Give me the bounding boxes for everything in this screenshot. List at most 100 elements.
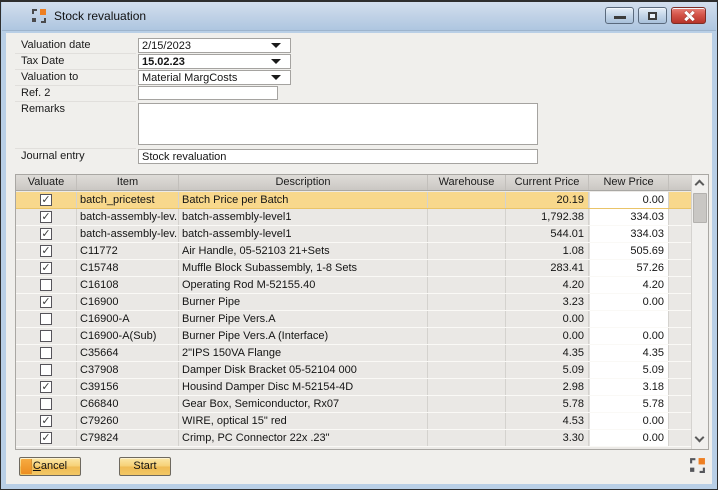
column-header-description[interactable]: Description bbox=[179, 175, 428, 190]
valuate-cell[interactable]: ✓ bbox=[16, 209, 77, 225]
new-price-cell[interactable]: 334.03 bbox=[589, 226, 669, 242]
valuate-checkbox[interactable]: ✓ bbox=[40, 262, 52, 274]
item-cell[interactable]: batch_pricetest bbox=[77, 192, 179, 208]
valuate-cell[interactable]: ✓ bbox=[16, 413, 77, 429]
close-button[interactable] bbox=[671, 7, 706, 24]
table-row[interactable]: C37908 Damper Disk Bracket 05-52104 000 … bbox=[16, 362, 691, 379]
description-cell[interactable]: Burner Pipe Vers.A (Interface) bbox=[179, 328, 428, 344]
item-cell[interactable]: C79260 bbox=[77, 413, 179, 429]
valuation-to-input[interactable] bbox=[139, 71, 290, 84]
valuate-checkbox[interactable]: ✓ bbox=[40, 228, 52, 240]
item-cell[interactable]: C66840 bbox=[77, 396, 179, 412]
description-cell[interactable]: Muffle Block Subassembly, 1-8 Sets bbox=[179, 260, 428, 276]
item-cell[interactable]: C16900-A bbox=[77, 311, 179, 327]
scroll-up-button[interactable] bbox=[692, 175, 708, 192]
valuate-cell[interactable] bbox=[16, 277, 77, 293]
valuate-checkbox[interactable]: ✓ bbox=[40, 432, 52, 444]
warehouse-cell[interactable] bbox=[428, 396, 506, 412]
description-cell[interactable]: Burner Pipe Vers.A bbox=[179, 311, 428, 327]
warehouse-cell[interactable] bbox=[428, 277, 506, 293]
new-price-cell[interactable] bbox=[589, 311, 669, 327]
valuate-checkbox[interactable] bbox=[40, 398, 52, 410]
item-cell[interactable]: batch-assembly-lev... bbox=[77, 209, 179, 225]
valuate-cell[interactable] bbox=[16, 311, 77, 327]
valuate-checkbox[interactable]: ✓ bbox=[40, 245, 52, 257]
new-price-cell[interactable]: 0.00 bbox=[589, 328, 669, 344]
valuate-checkbox[interactable] bbox=[40, 313, 52, 325]
description-cell[interactable]: 2"IPS 150VA Flange bbox=[179, 345, 428, 361]
description-cell[interactable]: Air Handle, 05-52103 21+Sets bbox=[179, 243, 428, 259]
journal-entry-input[interactable] bbox=[139, 150, 537, 163]
table-row[interactable]: ✓ batch-assembly-lev... batch-assembly-l… bbox=[16, 209, 691, 226]
warehouse-cell[interactable] bbox=[428, 192, 506, 208]
warehouse-cell[interactable] bbox=[428, 311, 506, 327]
column-header-valuate[interactable]: Valuate bbox=[16, 175, 77, 190]
valuate-cell[interactable]: ✓ bbox=[16, 243, 77, 259]
scrollbar-thumb[interactable] bbox=[693, 193, 707, 223]
table-row[interactable]: ✓ C79260 WIRE, optical 15" red 4.53 0.00 bbox=[16, 413, 691, 430]
valuation-date-field[interactable] bbox=[138, 38, 291, 53]
expand-form-icon[interactable] bbox=[689, 457, 706, 474]
valuation-to-field[interactable] bbox=[138, 70, 291, 85]
journal-entry-field[interactable] bbox=[138, 149, 538, 164]
valuate-cell[interactable]: ✓ bbox=[16, 192, 77, 208]
valuate-checkbox[interactable]: ✓ bbox=[40, 211, 52, 223]
warehouse-cell[interactable] bbox=[428, 294, 506, 310]
cancel-button[interactable]: Cancel bbox=[19, 457, 81, 476]
scroll-down-button[interactable] bbox=[692, 432, 708, 449]
description-cell[interactable]: batch-assembly-level1 bbox=[179, 226, 428, 242]
description-cell[interactable]: WIRE, optical 15" red bbox=[179, 413, 428, 429]
minimize-button[interactable] bbox=[605, 7, 634, 24]
warehouse-cell[interactable] bbox=[428, 362, 506, 378]
item-cell[interactable]: C35664 bbox=[77, 345, 179, 361]
warehouse-cell[interactable] bbox=[428, 209, 506, 225]
column-header-current-price[interactable]: Current Price bbox=[506, 175, 589, 190]
tax-date-input[interactable] bbox=[139, 55, 290, 68]
tax-date-dropdown-icon[interactable] bbox=[271, 59, 281, 64]
item-cell[interactable]: C11772 bbox=[77, 243, 179, 259]
description-cell[interactable]: Burner Pipe bbox=[179, 294, 428, 310]
new-price-cell[interactable]: 0.00 bbox=[589, 430, 669, 446]
valuate-checkbox[interactable] bbox=[40, 330, 52, 342]
valuate-checkbox[interactable]: ✓ bbox=[40, 194, 52, 206]
item-cell[interactable]: C16900 bbox=[77, 294, 179, 310]
item-cell[interactable]: C37908 bbox=[77, 362, 179, 378]
remarks-field[interactable] bbox=[138, 103, 538, 145]
new-price-cell[interactable]: 505.69 bbox=[589, 243, 669, 259]
table-row[interactable]: ✓ C79824 Crimp, PC Connector 22x .23" 3.… bbox=[16, 430, 691, 447]
valuate-cell[interactable]: ✓ bbox=[16, 260, 77, 276]
warehouse-cell[interactable] bbox=[428, 226, 506, 242]
warehouse-cell[interactable] bbox=[428, 413, 506, 429]
description-cell[interactable]: Batch Price per Batch bbox=[179, 192, 428, 208]
valuate-checkbox[interactable] bbox=[40, 347, 52, 359]
window-titlebar[interactable]: Stock revaluation bbox=[2, 2, 716, 31]
valuate-cell[interactable]: ✓ bbox=[16, 430, 77, 446]
start-button[interactable]: Start bbox=[119, 457, 171, 476]
valuate-checkbox[interactable]: ✓ bbox=[40, 415, 52, 427]
table-row[interactable]: ✓ C11772 Air Handle, 05-52103 21+Sets 1.… bbox=[16, 243, 691, 260]
valuate-cell[interactable] bbox=[16, 328, 77, 344]
new-price-cell[interactable]: 4.20 bbox=[589, 277, 669, 293]
new-price-cell[interactable]: 5.09 bbox=[589, 362, 669, 378]
valuate-checkbox[interactable] bbox=[40, 364, 52, 376]
valuation-date-input[interactable] bbox=[139, 39, 290, 52]
new-price-cell[interactable]: 0.00 bbox=[589, 294, 669, 310]
description-cell[interactable]: Crimp, PC Connector 22x .23" bbox=[179, 430, 428, 446]
vertical-scrollbar[interactable] bbox=[691, 175, 708, 449]
valuate-checkbox[interactable] bbox=[40, 279, 52, 291]
valuate-checkbox[interactable]: ✓ bbox=[40, 381, 52, 393]
column-header-new-price[interactable]: New Price bbox=[589, 175, 669, 190]
new-price-cell[interactable]: 4.35 bbox=[589, 345, 669, 361]
valuate-cell[interactable]: ✓ bbox=[16, 379, 77, 395]
item-cell[interactable]: C79824 bbox=[77, 430, 179, 446]
item-cell[interactable]: C15748 bbox=[77, 260, 179, 276]
table-row[interactable]: ✓ batch-assembly-lev... batch-assembly-l… bbox=[16, 226, 691, 243]
new-price-cell[interactable]: 3.18 bbox=[589, 379, 669, 395]
table-row[interactable]: ✓ batch_pricetest Batch Price per Batch … bbox=[16, 192, 691, 209]
warehouse-cell[interactable] bbox=[428, 243, 506, 259]
description-cell[interactable]: Damper Disk Bracket 05-52104 000 bbox=[179, 362, 428, 378]
valuate-cell[interactable]: ✓ bbox=[16, 226, 77, 242]
warehouse-cell[interactable] bbox=[428, 345, 506, 361]
description-cell[interactable]: Gear Box, Semiconductor, Rx07 bbox=[179, 396, 428, 412]
valuate-cell[interactable] bbox=[16, 396, 77, 412]
